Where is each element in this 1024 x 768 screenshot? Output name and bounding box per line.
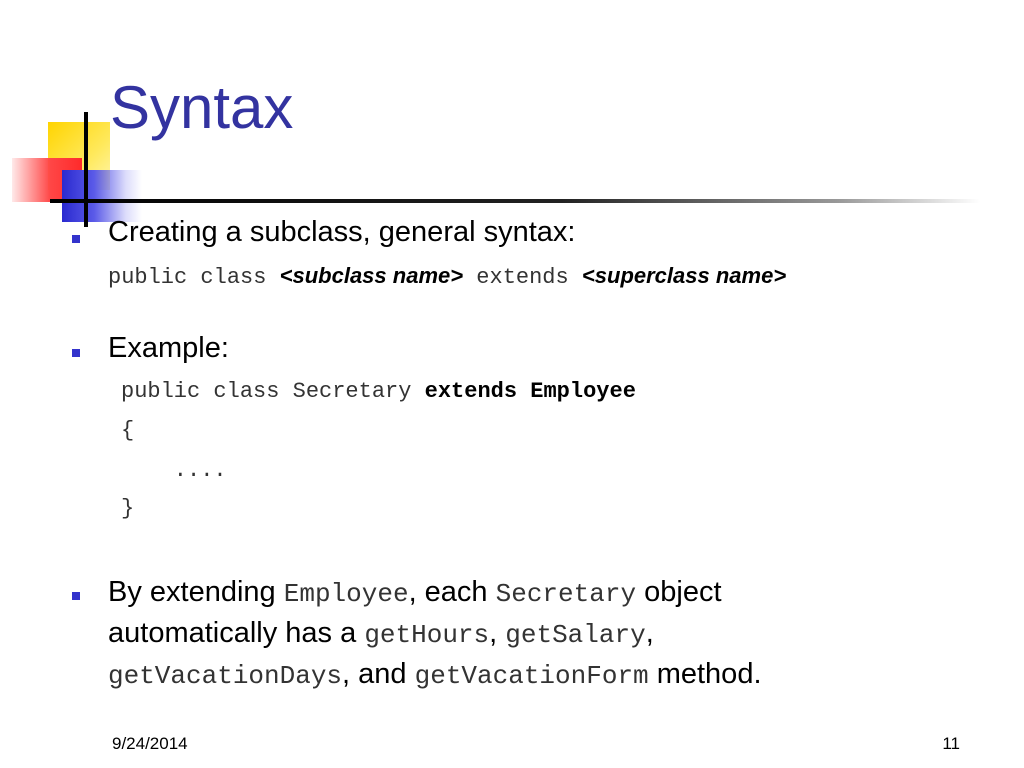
bullet-2-text: Example:	[108, 332, 229, 364]
bullet-3-text-part2: , each	[408, 576, 496, 608]
syntax-public-class: public class	[108, 265, 280, 290]
slide-number: 11	[942, 734, 960, 753]
bullet-marker-3	[72, 592, 80, 600]
footer-date: 9/24/2014	[112, 734, 188, 753]
code-employee: Employee	[283, 579, 409, 609]
bullet-marker-2	[72, 349, 80, 357]
syntax-extends: extends	[463, 265, 582, 290]
bullet-3-text-part1: By extending	[108, 576, 284, 608]
bullet-1-text: Creating a subclass, general syntax:	[108, 216, 576, 248]
example-code-line-1: public class Secretary extends Employee	[121, 379, 636, 403]
code-getvacationform: getVacationForm	[414, 661, 649, 691]
bullet-marker-1	[72, 235, 80, 243]
example-code-extends: extends Employee	[424, 379, 636, 404]
bullet-3-text-part4: automatically has a	[108, 617, 365, 649]
code-secretary: Secretary	[495, 579, 637, 609]
example-code-line-2: {	[121, 418, 135, 443]
decor-vertical-line	[84, 112, 88, 227]
slide-title: Syntax	[110, 74, 294, 141]
code-gethours: getHours	[364, 620, 490, 650]
title-underline-rule	[50, 199, 980, 203]
bullet-3-text-part3: object	[636, 576, 722, 608]
general-syntax-line: public class <subclass name> extends <su…	[108, 265, 786, 289]
bullet-3-text-part7: , and	[342, 658, 415, 690]
syntax-superclass-placeholder: <superclass name>	[581, 263, 787, 288]
example-code-line-3: ....	[121, 458, 227, 483]
bullet-3-text-part5: ,	[489, 617, 506, 649]
example-code-prefix: public class Secretary	[121, 379, 425, 404]
decor-blue-bar	[62, 170, 142, 222]
example-code-line-4: }	[121, 496, 135, 521]
syntax-subclass-placeholder: <subclass name>	[279, 263, 464, 288]
bullet-3-line-2: automatically has a getHours, getSalary,	[108, 617, 654, 650]
bullet-3-line-3: getVacationDays, and getVacationForm met…	[108, 658, 762, 691]
bullet-3-text-part8: method.	[648, 658, 762, 690]
code-getsalary: getSalary	[505, 620, 646, 650]
code-getvacationdays: getVacationDays	[108, 661, 343, 691]
bullet-3-line-1: By extending Employee, each Secretary ob…	[108, 576, 722, 609]
bullet-3-text-part6: ,	[645, 617, 654, 649]
